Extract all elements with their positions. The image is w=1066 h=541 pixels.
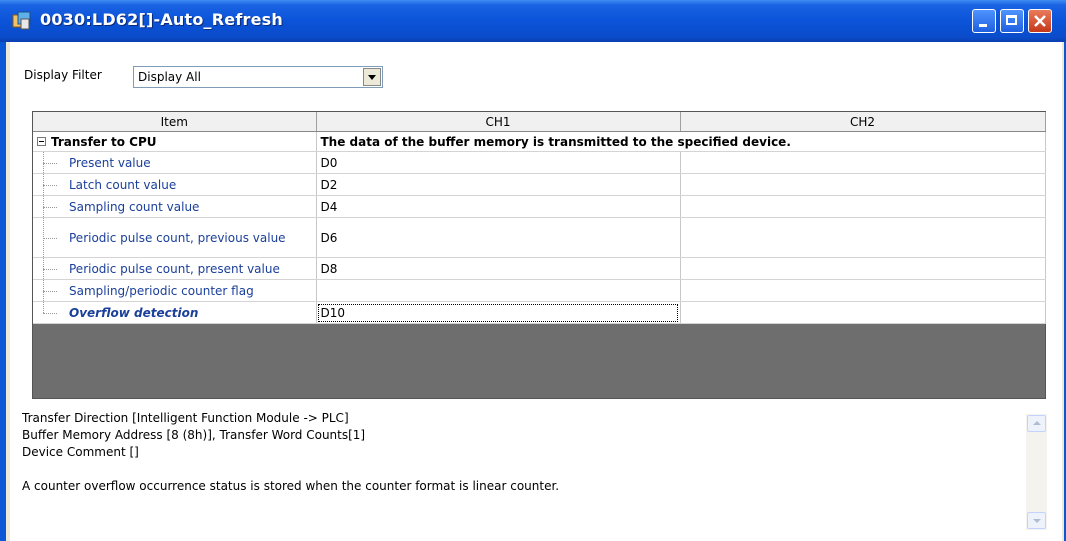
display-filter-select[interactable]: Display All	[133, 66, 383, 88]
ch2-cell[interactable]	[680, 217, 1046, 258]
column-header-ch1[interactable]: CH1	[316, 112, 681, 132]
row-item: Present value	[33, 151, 317, 174]
row-item: Periodic pulse count, present value	[33, 257, 317, 280]
group-cell[interactable]: Transfer to CPU	[33, 131, 317, 152]
description-line: Transfer Direction [Intelligent Function…	[22, 411, 349, 425]
refresh-grid: Item CH1 CH2 Transfer to CPU The data of…	[32, 111, 1046, 399]
table-row[interactable]: Latch count value D2	[33, 173, 1046, 196]
description-line: Buffer Memory Address [8 (8h)], Transfer…	[22, 428, 366, 442]
scroll-down-icon[interactable]	[1027, 512, 1046, 529]
close-icon	[1034, 15, 1046, 27]
ch1-cell[interactable]: D10	[316, 301, 681, 324]
description-line: A counter overflow occurrence status is …	[22, 479, 560, 493]
ch1-cell[interactable]: D4	[316, 195, 681, 218]
scroll-up-icon[interactable]	[1027, 415, 1046, 432]
table-row[interactable]: Sampling/periodic counter flag	[33, 279, 1046, 302]
ch1-cell[interactable]	[316, 279, 681, 302]
app-icon	[12, 11, 31, 30]
chevron-down-icon[interactable]	[363, 68, 381, 86]
minimize-button[interactable]	[972, 9, 996, 33]
title-bar[interactable]: 0030:LD62[]-Auto_Refresh	[0, 0, 1066, 42]
row-item: Periodic pulse count, previous value	[33, 217, 317, 258]
row-item: Latch count value	[33, 173, 317, 196]
ch2-cell[interactable]	[680, 279, 1046, 302]
window-title: 0030:LD62[]-Auto_Refresh	[40, 10, 283, 29]
ch2-cell[interactable]	[680, 257, 1046, 280]
display-filter-value: Display All	[138, 70, 201, 84]
ch1-cell[interactable]: D2	[316, 173, 681, 196]
column-header-ch2[interactable]: CH2	[680, 112, 1046, 132]
group-label: Transfer to CPU	[51, 134, 157, 149]
group-description: The data of the buffer memory is transmi…	[316, 131, 1046, 152]
ch2-cell[interactable]	[680, 195, 1046, 218]
description-scrollbar[interactable]	[1026, 414, 1047, 530]
header-row: Item CH1 CH2	[33, 112, 1046, 132]
ch2-cell[interactable]	[680, 151, 1046, 174]
close-button[interactable]	[1028, 9, 1052, 33]
column-header-item[interactable]: Item	[33, 112, 317, 132]
row-item: Sampling count value	[33, 195, 317, 218]
ch1-cell[interactable]: D0	[316, 151, 681, 174]
ch1-cell[interactable]: D8	[316, 257, 681, 280]
display-filter-label: Display Filter	[24, 68, 102, 82]
table-row[interactable]: Overflow detection D10	[33, 301, 1046, 324]
table-row[interactable]: Periodic pulse count, present value D8	[33, 257, 1046, 280]
table-row[interactable]: Present value D0	[33, 151, 1046, 174]
ch1-cell[interactable]: D6	[316, 217, 681, 258]
maximize-button[interactable]	[1000, 9, 1024, 33]
ch2-cell[interactable]	[680, 301, 1046, 324]
row-item: Sampling/periodic counter flag	[33, 279, 317, 302]
description-panel: Transfer Direction [Intelligent Function…	[22, 410, 559, 495]
collapse-icon[interactable]	[37, 137, 46, 146]
table-row[interactable]: Periodic pulse count, previous value D6	[33, 217, 1046, 258]
description-line: Device Comment []	[22, 445, 139, 459]
refresh-table: Item CH1 CH2 Transfer to CPU The data of…	[33, 112, 1046, 324]
group-row[interactable]: Transfer to CPU The data of the buffer m…	[33, 131, 1046, 152]
row-item: Overflow detection	[33, 301, 317, 324]
ch2-cell[interactable]	[680, 173, 1046, 196]
table-row[interactable]: Sampling count value D4	[33, 195, 1046, 218]
